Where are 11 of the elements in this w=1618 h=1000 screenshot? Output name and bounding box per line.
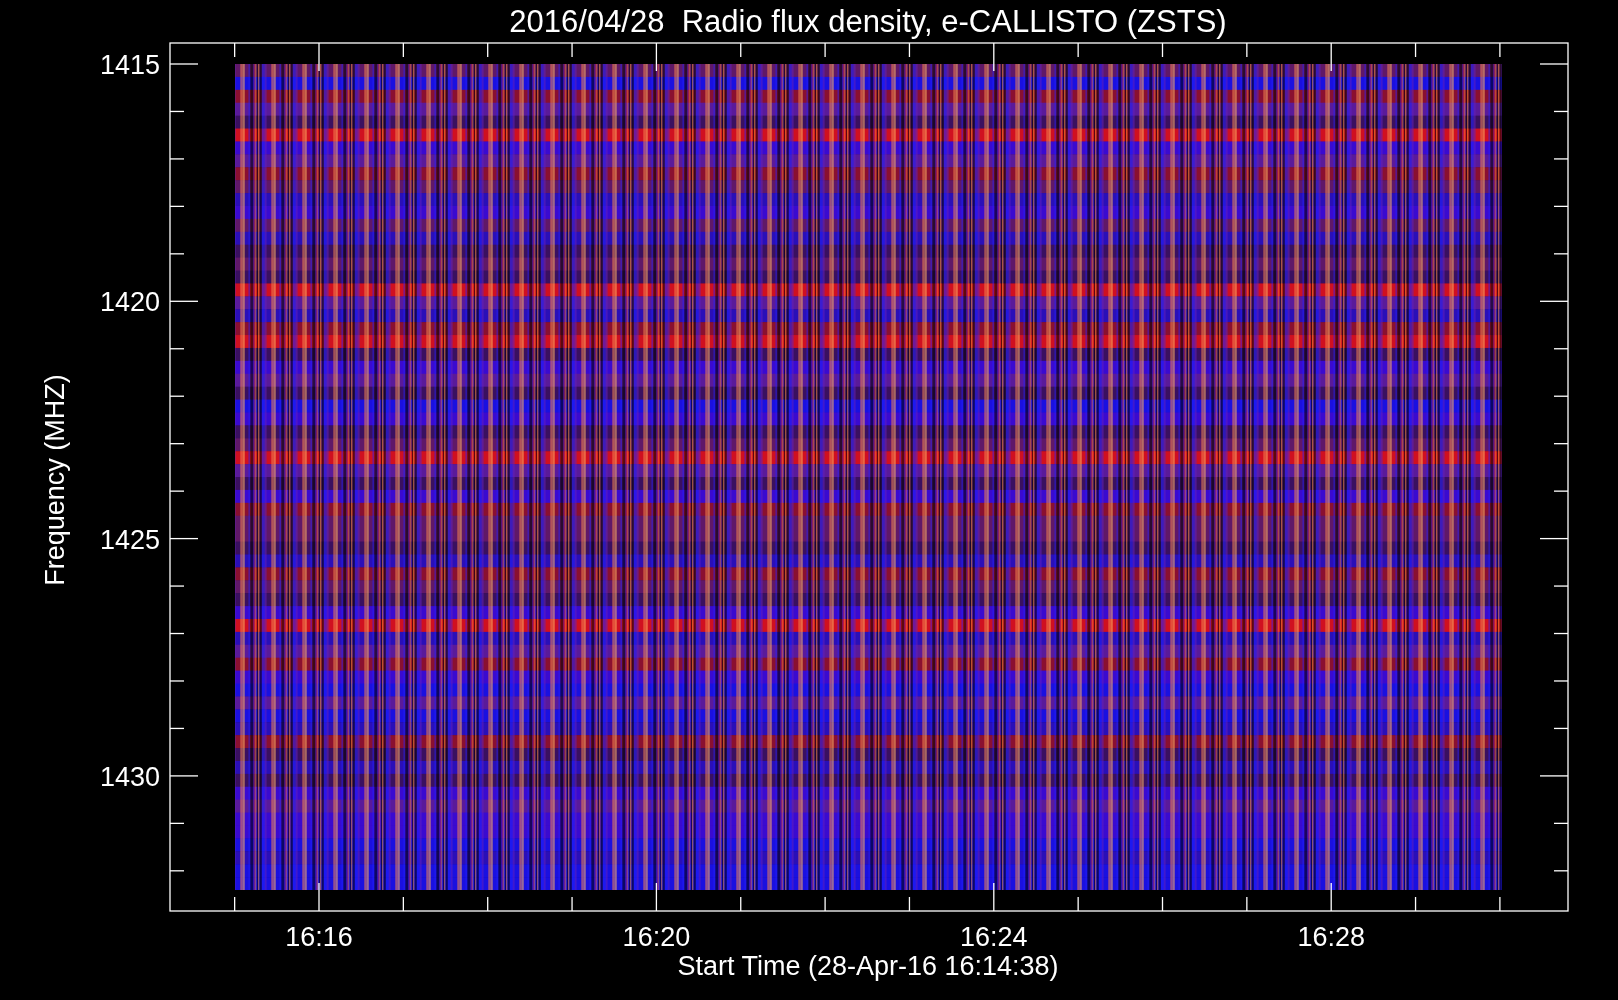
x-tick-label: 16:16	[285, 922, 353, 952]
y-tick-label: 1430	[99, 761, 160, 792]
y-axis-label: Frequency (MHZ)	[40, 374, 70, 586]
chart-title: 2016/04/28 Radio flux density, e-CALLISTO (ZSTS)	[509, 4, 1227, 39]
x-axis-label: Start Time (28-Apr-16 16:14:38)	[677, 951, 1059, 981]
x-tick-label: 16:28	[1297, 922, 1365, 952]
x-tick-label: 16:24	[960, 922, 1028, 952]
y-tick-label: 1415	[99, 50, 160, 80]
x-tick-label: 16:20	[622, 922, 691, 952]
y-tick-label: 1425	[99, 524, 160, 555]
y-tick-label: 1420	[99, 287, 160, 318]
